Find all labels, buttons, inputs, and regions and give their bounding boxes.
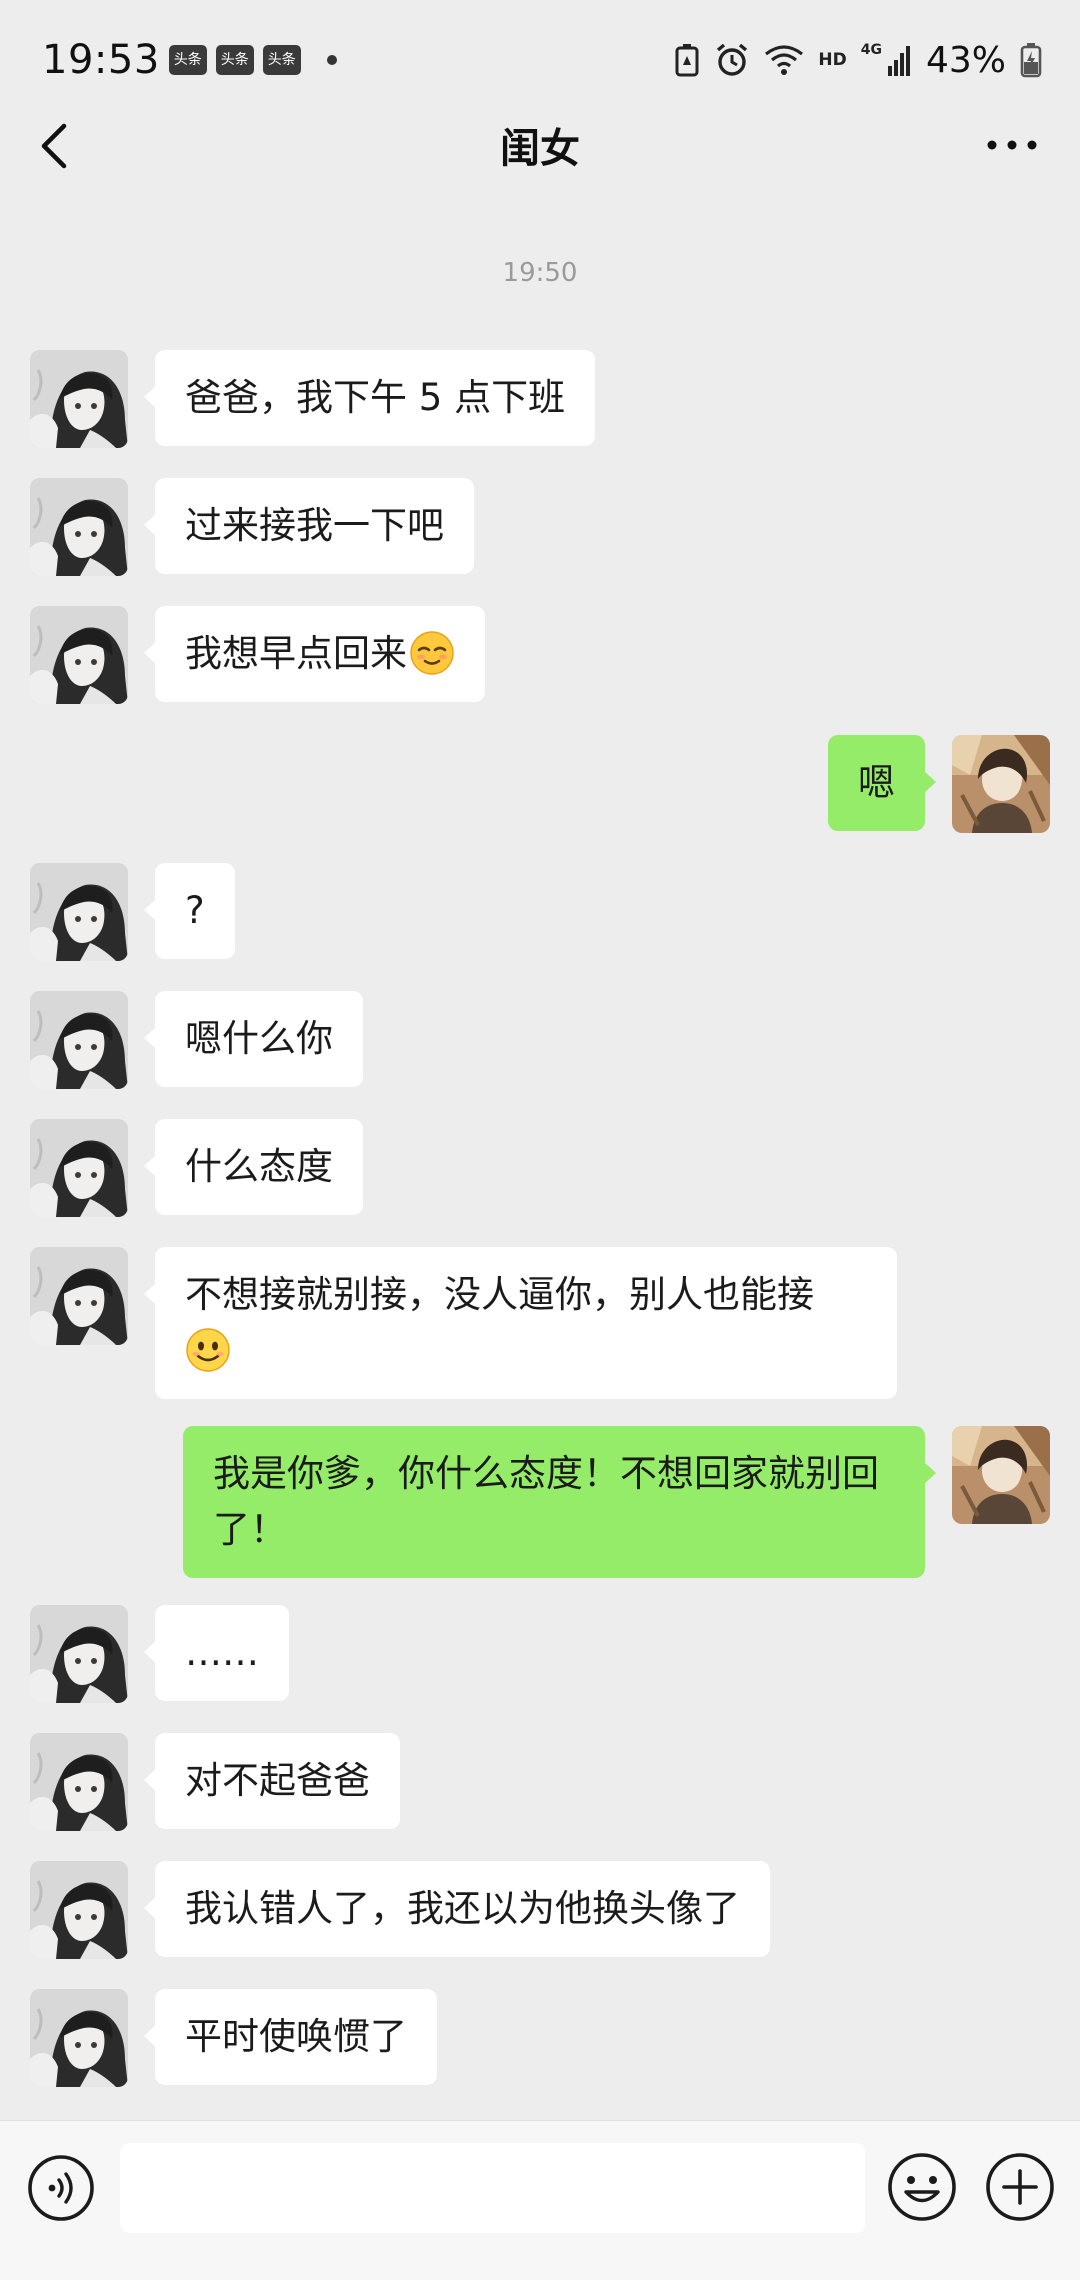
daughter-avatar[interactable] — [30, 991, 128, 1089]
voice-icon[interactable] — [26, 2153, 96, 2223]
notification-dot-icon — [326, 55, 337, 65]
daughter-avatar[interactable] — [30, 1861, 128, 1959]
chat-screen: 19:53 头条 头条 头条 HD 4G 43% 闺女 19:50 爸爸，我下午… — [0, 0, 1080, 2280]
4g-indicator: 4G — [860, 42, 882, 58]
message-text: 我想早点回来 — [185, 632, 407, 675]
message-text: 不想接就别接，没人逼你，别人也能接 — [185, 1273, 814, 1316]
wifi-icon — [765, 45, 804, 75]
message-bubble[interactable]: 嗯 — [828, 735, 936, 831]
news-app-icon: 头条 — [262, 45, 301, 75]
plus-icon[interactable] — [984, 2151, 1056, 2223]
daughter-avatar[interactable] — [30, 1989, 128, 2087]
chat-timestamp: 19:50 — [502, 258, 578, 288]
daughter-avatar[interactable] — [30, 1247, 128, 1345]
message-bubble[interactable]: ? — [144, 863, 235, 959]
message-bubble[interactable]: 爸爸，我下午 5 点下班 — [143, 350, 596, 446]
message-bubble[interactable]: 对不起爸爸 — [144, 1733, 400, 1829]
more-options-icon[interactable] — [984, 128, 1040, 162]
message-bubble[interactable]: 我想早点回来 — [144, 606, 485, 702]
news-app-icon: 头条 — [168, 45, 207, 75]
message-input[interactable] — [120, 2143, 865, 2233]
daughter-avatar[interactable] — [30, 863, 128, 961]
message-bubble[interactable]: 嗯什么你 — [144, 991, 363, 1087]
signal-icon — [887, 46, 910, 76]
chat-title: 闺女 — [500, 126, 580, 172]
daughter-avatar[interactable] — [30, 1119, 128, 1217]
hd-indicator: HD — [818, 50, 847, 70]
message-bubble[interactable]: 过来接我一下吧 — [144, 478, 474, 574]
message-input-bar — [0, 2120, 1080, 2280]
daughter-avatar[interactable] — [30, 350, 128, 448]
battery-charging-icon — [1020, 43, 1042, 78]
alarm-icon — [717, 43, 748, 76]
message-bubble[interactable]: 我是你爹，你什么态度！不想回家就别回了！ — [183, 1426, 936, 1578]
daughter-avatar[interactable] — [30, 606, 128, 704]
message-bubble[interactable]: 不想接就别接，没人逼你，别人也能接 — [144, 1247, 897, 1399]
message-bubble[interactable]: 什么态度 — [144, 1119, 363, 1215]
daughter-avatar[interactable] — [30, 1605, 128, 1703]
status-time: 19:53 — [42, 37, 160, 83]
message-bubble[interactable]: 平时使唤惯了 — [144, 1989, 437, 2085]
my-avatar[interactable] — [952, 735, 1050, 833]
relieved-face-icon — [409, 630, 455, 676]
smiling-face-icon — [185, 1327, 231, 1373]
battery-percent: 43% — [925, 39, 1006, 81]
battery-saver-icon — [675, 44, 699, 77]
my-avatar[interactable] — [952, 1426, 1050, 1524]
message-bubble[interactable]: 我认错人了，我还以为他换头像了 — [144, 1861, 770, 1957]
emoji-icon[interactable] — [886, 2151, 958, 2223]
daughter-avatar[interactable] — [30, 1733, 128, 1831]
message-bubble[interactable]: …… — [144, 1605, 289, 1701]
chat-header: 闺女 — [0, 100, 1080, 190]
news-app-icon: 头条 — [215, 45, 254, 75]
daughter-avatar[interactable] — [30, 478, 128, 576]
status-indicators: HD 4G 43% — [674, 40, 1042, 81]
